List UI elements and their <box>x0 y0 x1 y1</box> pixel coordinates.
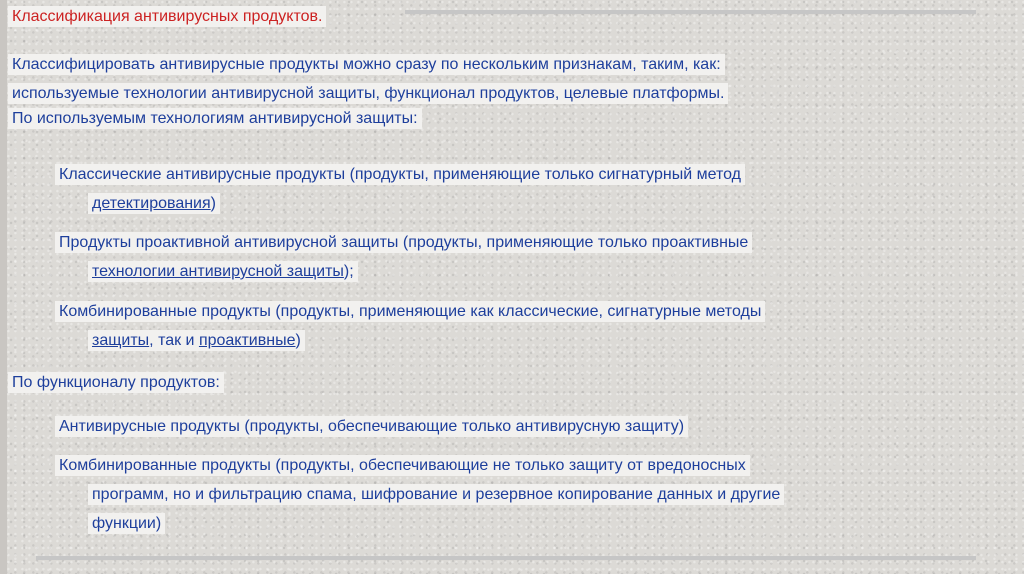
func-item-antivirus: Антивирусные продукты (продукты, обеспеч… <box>55 412 955 441</box>
link-detection[interactable]: детектирования <box>92 195 211 212</box>
left-border-bar <box>0 0 7 574</box>
link-antivirus-technologies[interactable]: технологии антивирусной защиты <box>92 263 344 280</box>
func-heading: По функционалу продуктов: <box>8 370 224 395</box>
intro-line-2: используемые технологии антивирусной защ… <box>8 83 729 104</box>
link-proactive[interactable]: проактивные <box>199 332 296 349</box>
bottom-divider <box>36 556 976 560</box>
tech-item-combined: Комбинированные продукты (продукты, прим… <box>55 297 955 355</box>
link-protection[interactable]: защиты <box>92 332 149 349</box>
intro-line-1: Классифицировать антивирусные продукты м… <box>8 54 725 75</box>
tech-heading: По используемым технологиям антивирусной… <box>8 108 422 129</box>
slide-title: Классификация антивирусных продуктов. <box>8 6 327 28</box>
intro-paragraph: Классифицировать антивирусные продукты м… <box>8 52 968 131</box>
tech-item-classic: Классические антивирусные продукты (прод… <box>55 160 955 218</box>
tech-item-proactive: Продукты проактивной антивирусной защиты… <box>55 228 955 286</box>
func-item-combined: Комбинированные продукты (продукты, обес… <box>55 451 955 538</box>
top-divider <box>405 10 976 14</box>
